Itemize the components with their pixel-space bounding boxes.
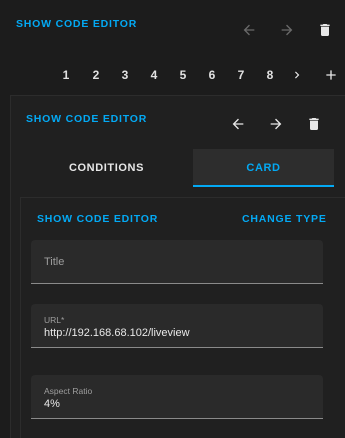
page-tab-5[interactable]: 5: [173, 64, 193, 86]
arrow-right-icon: [270, 118, 282, 130]
title-placeholder: Title: [44, 256, 65, 268]
move-right-button[interactable]: [275, 18, 299, 42]
tab-conditions[interactable]: CONDITIONS: [20, 149, 193, 187]
arrow-right-icon: [281, 24, 293, 36]
aspect-ratio-field[interactable]: Aspect Ratio 4%: [31, 375, 323, 419]
tab-card[interactable]: CARD: [193, 149, 334, 187]
page-tab-6[interactable]: 6: [202, 64, 222, 86]
url-label: URL*: [44, 315, 65, 325]
card-show-code-editor-button[interactable]: SHOW CODE EDITOR: [26, 113, 147, 125]
arrow-left-icon: [232, 118, 244, 130]
page-tab-4[interactable]: 4: [144, 64, 164, 86]
chevron-right-icon: [295, 71, 300, 79]
aspect-ratio-label: Aspect Ratio: [44, 386, 93, 396]
arrow-left-icon: [243, 24, 255, 36]
aspect-ratio-value: 4%: [44, 398, 60, 410]
editor-show-code-editor-button[interactable]: SHOW CODE EDITOR: [37, 213, 158, 225]
next-page-button[interactable]: [285, 63, 309, 87]
plus-icon: [326, 70, 336, 80]
page-tab-1[interactable]: 1: [56, 64, 76, 86]
card-delete-button[interactable]: [302, 112, 326, 136]
add-card-button[interactable]: [319, 63, 343, 87]
card-move-left-button[interactable]: [226, 112, 250, 136]
delete-icon: [320, 24, 330, 36]
page-tab-3[interactable]: 3: [115, 64, 135, 86]
change-type-button[interactable]: CHANGE TYPE: [242, 213, 327, 225]
card-move-right-button[interactable]: [264, 112, 288, 136]
delete-icon: [309, 118, 319, 130]
page-tab-8[interactable]: 8: [260, 64, 280, 86]
url-field[interactable]: URL* http://192.168.68.102/liveview: [31, 304, 323, 348]
page-tab-7[interactable]: 7: [231, 64, 251, 86]
show-code-editor-button[interactable]: SHOW CODE EDITOR: [16, 18, 137, 30]
url-value: http://192.168.68.102/liveview: [44, 327, 190, 339]
card-pagination: 1 2 3 4 5 6 7 8: [0, 64, 345, 86]
move-left-button[interactable]: [237, 18, 261, 42]
title-field[interactable]: Title: [31, 240, 323, 284]
delete-button[interactable]: [313, 18, 337, 42]
page-tab-2[interactable]: 2: [86, 64, 106, 86]
